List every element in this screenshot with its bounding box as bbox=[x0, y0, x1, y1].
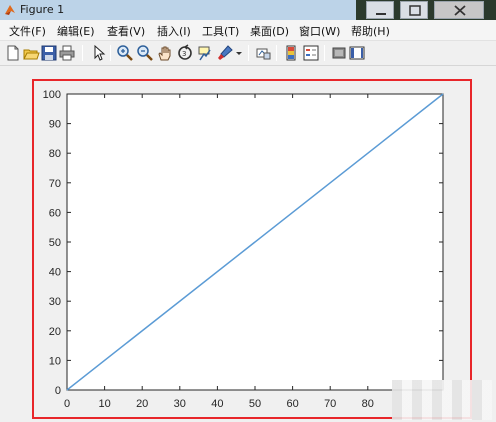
figure-window: Figure 1 文件(F) 编辑(E) 查看(V) 插入(I) 工具(T) 桌… bbox=[0, 0, 496, 422]
watermark-blur bbox=[392, 380, 492, 420]
highlight-box bbox=[32, 79, 472, 419]
